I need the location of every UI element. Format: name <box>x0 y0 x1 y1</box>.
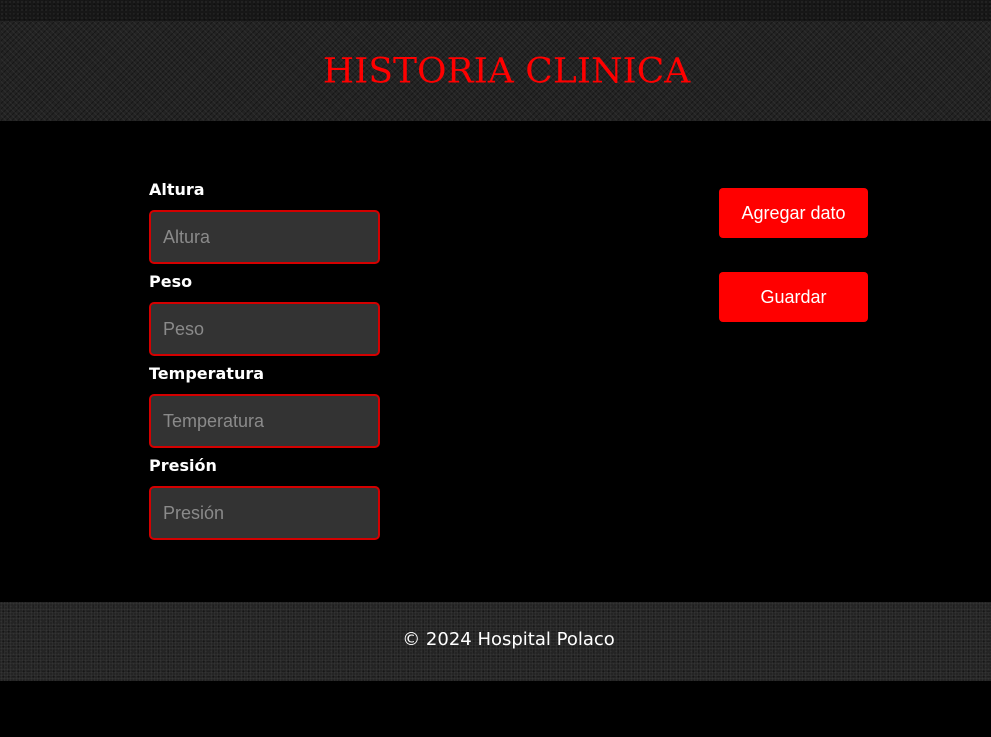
actions-panel: Agregar dato Guardar <box>719 188 868 356</box>
copyright-text: © 2024 Hospital Polaco <box>402 629 615 650</box>
pressure-label: Presión <box>149 456 217 475</box>
add-data-button[interactable]: Agregar dato <box>719 188 868 238</box>
pressure-input[interactable] <box>149 486 380 540</box>
save-button[interactable]: Guardar <box>719 272 868 322</box>
top-strip <box>0 0 991 21</box>
weight-input[interactable] <box>149 302 380 356</box>
height-label: Altura <box>149 180 205 199</box>
clinical-history-form: Altura Peso Temperatura Presión <box>149 180 389 548</box>
temperature-label: Temperatura <box>149 364 265 383</box>
weight-label: Peso <box>149 272 193 291</box>
page-header: HISTORIA CLINICA <box>0 21 991 121</box>
page-footer: © 2024 Hospital Polaco <box>0 602 991 681</box>
main-content: Altura Peso Temperatura Presión Agregar … <box>0 121 991 602</box>
bottom-area <box>0 681 991 737</box>
height-input[interactable] <box>149 210 380 264</box>
temperature-input[interactable] <box>149 394 380 448</box>
page-title: HISTORIA CLINICA <box>322 51 691 91</box>
